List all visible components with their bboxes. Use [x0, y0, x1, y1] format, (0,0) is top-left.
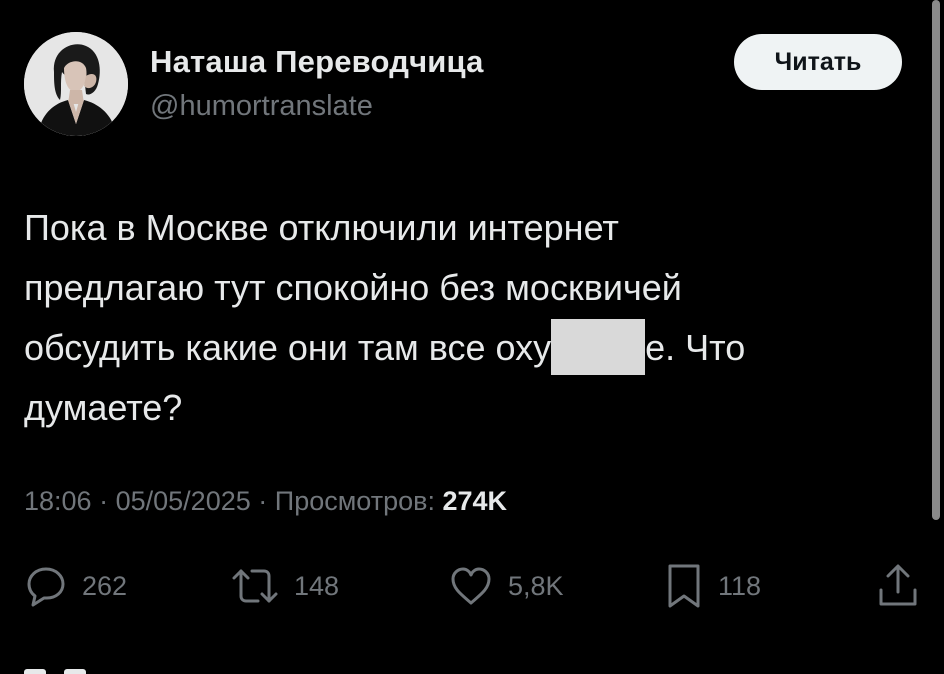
repost-icon [230, 564, 280, 608]
scrollbar[interactable] [932, 0, 940, 520]
tweet-date[interactable]: 05/05/2025 [116, 486, 251, 516]
next-content-peek [24, 662, 144, 674]
follow-button[interactable]: Читать [734, 34, 902, 90]
tweet-line-1: Пока в Москве отключили интернет [24, 207, 619, 248]
tweet-text: Пока в Москве отключили интернет предлаг… [24, 198, 904, 438]
tweet-line-2: предлагаю тут спокойно без москвичей [24, 267, 682, 308]
avatar-photo [24, 32, 128, 136]
tweet-line-4: думаете? [24, 387, 183, 428]
tweet-line-3-end: е. Что [645, 327, 746, 368]
share-icon [876, 562, 920, 610]
tweet-line-3-start: обсудить какие они там все оху [24, 327, 552, 368]
cut-off-text-fragment [64, 669, 86, 674]
meta-separator: · [99, 486, 109, 516]
meta-separator: · [258, 486, 268, 516]
author-handle[interactable]: @humortranslate [150, 90, 373, 123]
censor-block [551, 319, 646, 376]
views-count: 274K [442, 486, 508, 516]
cut-off-text-fragment [24, 669, 46, 674]
repost-button[interactable]: 148 [230, 562, 339, 610]
like-count: 5,8K [508, 570, 564, 601]
tweet-meta: 18:06 · 05/05/2025 · Просмотров: 274K [24, 486, 507, 517]
bookmark-button[interactable]: 118 [664, 562, 761, 610]
reply-count: 262 [82, 570, 128, 601]
reply-icon [24, 564, 68, 608]
share-button[interactable] [876, 562, 920, 610]
repost-count: 148 [294, 570, 340, 601]
views-label: Просмотров: [274, 486, 435, 516]
tweet-time[interactable]: 18:06 [24, 486, 92, 516]
like-button[interactable]: 5,8K [448, 562, 564, 610]
bookmark-count: 118 [718, 570, 762, 601]
heart-icon [448, 564, 494, 608]
tweet-actions: 262 148 5,8K 118 [24, 562, 920, 610]
reply-button[interactable]: 262 [24, 562, 127, 610]
avatar[interactable] [24, 32, 128, 136]
tweet-line-3: обсудить какие они там все оху е. Что [24, 318, 904, 378]
bookmark-icon [664, 562, 704, 610]
author-display-name[interactable]: Наташа Переводчица [150, 44, 484, 80]
